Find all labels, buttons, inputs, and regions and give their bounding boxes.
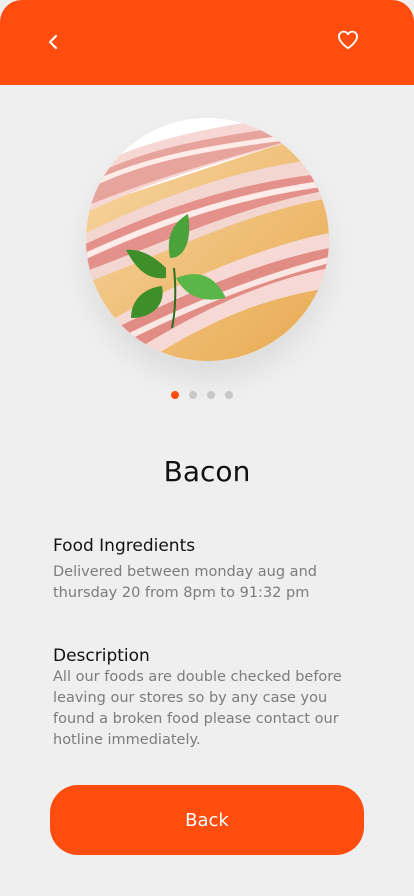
carousel-dot-3[interactable] <box>207 391 215 399</box>
product-title: Bacon <box>163 455 251 488</box>
heart-outline-icon <box>337 30 358 50</box>
description-text: All our foods are double checked before … <box>53 669 342 748</box>
back-icon-button[interactable] <box>35 24 71 60</box>
header-bar <box>0 0 414 85</box>
ingredients-heading: Food Ingredients <box>53 536 196 556</box>
ingredients-text: Delivered between monday aug and thursda… <box>53 564 317 601</box>
back-button[interactable]: Back <box>50 785 364 855</box>
bacon-image <box>86 118 329 361</box>
carousel-dot-4[interactable] <box>225 391 233 399</box>
carousel-dot-2[interactable] <box>189 391 197 399</box>
food-image <box>86 118 329 361</box>
description-heading: Description <box>53 646 150 666</box>
carousel-dot-1[interactable] <box>171 391 179 399</box>
favorite-icon-button[interactable] <box>330 22 366 58</box>
chevron-left-icon <box>48 34 58 50</box>
carousel-indicator <box>171 391 233 399</box>
